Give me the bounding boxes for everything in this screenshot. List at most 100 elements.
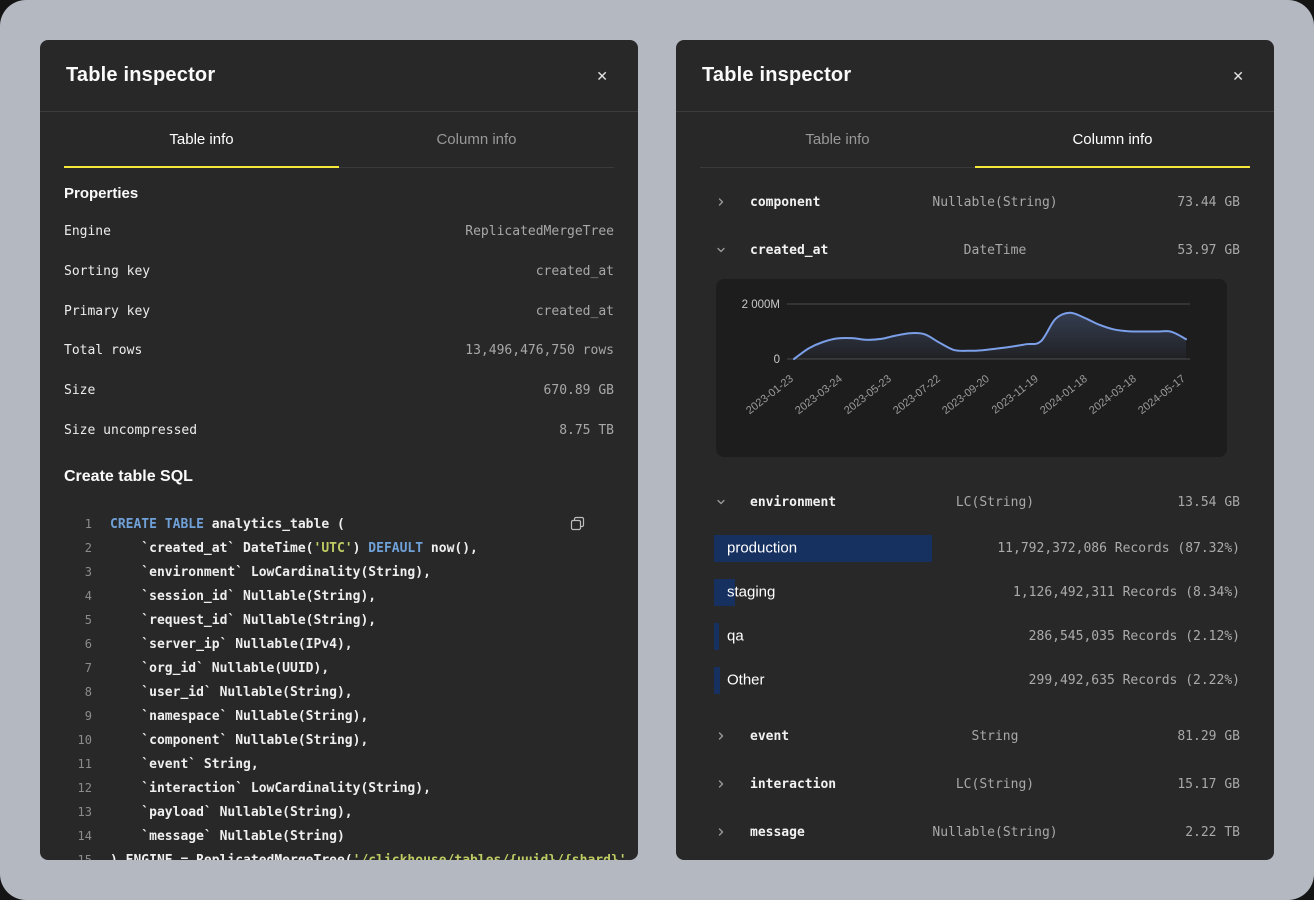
x-tick-label: 2024-03-18 — [1087, 373, 1139, 417]
dialog-title: Table inspector — [66, 64, 215, 87]
tab-bar: Table info Column info — [64, 112, 614, 168]
distribution-bar-zone: qa — [714, 623, 1029, 650]
sql-code: `message` Nullable(String) — [110, 829, 345, 844]
property-value: 8.75 TB — [559, 423, 614, 438]
x-tick-label: 2024-01-18 — [1038, 373, 1090, 417]
property-row: Sorting keycreated_at — [64, 252, 614, 292]
tab-column-info[interactable]: Column info — [339, 112, 614, 167]
property-row: EngineReplicatedMergeTree — [64, 212, 614, 252]
line-number: 1 — [64, 517, 92, 531]
property-row: Primary keycreated_at — [64, 291, 614, 331]
y-tick-zero: 0 — [774, 354, 780, 366]
line-number: 11 — [64, 757, 92, 771]
distribution-bar-zone: production — [714, 535, 997, 562]
property-row: Size uncompressed8.75 TB — [64, 410, 614, 450]
line-number: 3 — [64, 565, 92, 579]
column-name: component — [750, 195, 913, 210]
column-size: 73.44 GB — [1077, 195, 1240, 210]
chevron-right-icon — [716, 197, 726, 207]
property-row: Total rows13,496,476,750 rows — [64, 331, 614, 371]
column-name: event — [750, 729, 913, 744]
property-value: created_at — [536, 264, 614, 279]
line-number: 14 — [64, 829, 92, 843]
x-tick-label: 2023-09-20 — [940, 373, 992, 417]
property-value: ReplicatedMergeTree — [465, 224, 614, 239]
create-table-sql-heading: Create table SQL — [64, 466, 614, 488]
column-name: environment — [750, 495, 913, 510]
line-number: 2 — [64, 541, 92, 555]
tab-bar: Table info Column info — [700, 112, 1250, 168]
dialog-header: Table inspector ✕ — [676, 40, 1274, 112]
sql-line: 12 `interaction` LowCardinality(String), — [64, 776, 614, 800]
sql-code: `event` String, — [110, 757, 259, 772]
x-tick-label: 2023-07-22 — [891, 373, 943, 417]
column-row-event[interactable]: eventString81.29 GB — [676, 712, 1274, 760]
column-name: created_at — [750, 243, 913, 258]
column-size: 81.29 GB — [1077, 729, 1240, 744]
sql-line: 1CREATE TABLE analytics_table ( — [64, 512, 614, 536]
column-size: 15.17 GB — [1077, 777, 1240, 792]
property-label: Primary key — [64, 304, 150, 319]
column-row-environment[interactable]: environmentLC(String)13.54 GB — [676, 478, 1274, 526]
distribution-label: qa — [727, 628, 744, 645]
line-number: 12 — [64, 781, 92, 795]
sql-line: 11 `event` String, — [64, 752, 614, 776]
x-tick-label: 2023-01-23 — [744, 373, 796, 417]
sql-code: `environment` LowCardinality(String), — [110, 565, 431, 580]
line-number: 13 — [64, 805, 92, 819]
line-number: 7 — [64, 661, 92, 675]
sql-line: 8 `user_id` Nullable(String), — [64, 680, 614, 704]
distribution-records: 1,126,492,311 Records (8.34%) — [1013, 585, 1240, 600]
created-at-area-chart: 02 000M2023-01-232023-03-242023-05-23202… — [716, 279, 1227, 457]
column-name: message — [750, 825, 913, 840]
line-number: 8 — [64, 685, 92, 699]
tab-table-info[interactable]: Table info — [700, 112, 975, 167]
property-value: 670.89 GB — [544, 383, 614, 398]
sql-line: 9 `namespace` Nullable(String), — [64, 704, 614, 728]
sql-code: `namespace` Nullable(String), — [110, 709, 368, 724]
sql-code: `component` Nullable(String), — [110, 733, 368, 748]
column-type: LC(String) — [913, 777, 1076, 792]
close-icon[interactable]: ✕ — [1228, 65, 1248, 87]
y-tick-max: 2 000M — [742, 299, 780, 311]
distribution-bar — [714, 623, 719, 650]
line-number: 5 — [64, 613, 92, 627]
tab-table-info[interactable]: Table info — [64, 112, 339, 167]
close-icon[interactable]: ✕ — [592, 65, 612, 87]
sql-code: `created_at` DateTime('UTC') DEFAULT now… — [110, 541, 478, 556]
sql-line: 5 `request_id` Nullable(String), — [64, 608, 614, 632]
x-tick-label: 2023-11-19 — [990, 373, 1041, 417]
column-size: 53.97 GB — [1077, 243, 1240, 258]
column-row-message[interactable]: messageNullable(String)2.22 TB — [676, 808, 1274, 856]
column-row-interaction[interactable]: interactionLC(String)15.17 GB — [676, 760, 1274, 808]
column-list: componentNullable(String)73.44 GBcreated… — [676, 168, 1274, 856]
column-size: 13.54 GB — [1077, 495, 1240, 510]
table-inspector-dialog-table-info: Table inspector ✕ Table info Column info… — [40, 40, 638, 860]
distribution-records: 11,792,372,086 Records (87.32%) — [997, 541, 1240, 556]
column-row-created_at[interactable]: created_atDateTime53.97 GB — [676, 226, 1274, 274]
chevron-right-icon — [716, 731, 726, 741]
line-number: 6 — [64, 637, 92, 651]
sql-code-block: 1CREATE TABLE analytics_table (2 `create… — [64, 512, 614, 860]
sql-line: 13 `payload` Nullable(String), — [64, 800, 614, 824]
x-tick-label: 2024-05-17 — [1136, 373, 1188, 417]
modal-backdrop: Table inspector ✕ Table info Column info… — [0, 0, 1314, 900]
distribution-records: 286,545,035 Records (2.12%) — [1029, 629, 1240, 644]
column-name: interaction — [750, 777, 913, 792]
distribution-records: 299,492,635 Records (2.22%) — [1029, 673, 1240, 688]
distribution-row: staging1,126,492,311 Records (8.34%) — [676, 570, 1274, 614]
tab-column-info[interactable]: Column info — [975, 112, 1250, 167]
x-tick-label: 2023-05-23 — [842, 373, 894, 417]
chevron-down-icon — [716, 497, 726, 507]
column-type: DateTime — [913, 243, 1076, 258]
sql-line: 6 `server_ip` Nullable(IPv4), — [64, 632, 614, 656]
distribution-label: Other — [727, 672, 765, 689]
properties-heading: Properties — [64, 184, 614, 204]
sql-code: `user_id` Nullable(String), — [110, 685, 353, 700]
distribution-bar-zone: Other — [714, 667, 1029, 694]
column-row-component[interactable]: componentNullable(String)73.44 GB — [676, 178, 1274, 226]
chevron-down-icon — [716, 245, 726, 255]
sql-line: 2 `created_at` DateTime('UTC') DEFAULT n… — [64, 536, 614, 560]
copy-sql-button[interactable] — [568, 514, 588, 537]
distribution-label: production — [727, 540, 797, 557]
